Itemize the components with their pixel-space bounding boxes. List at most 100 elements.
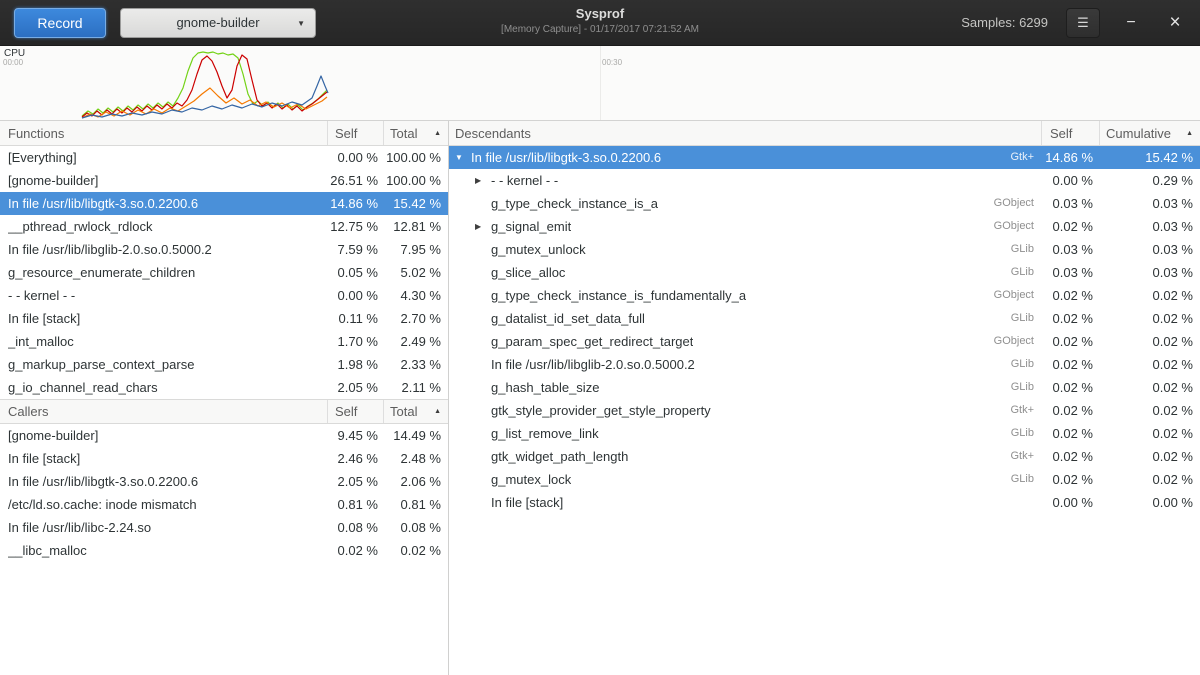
table-row[interactable]: gtk_style_provider_get_style_propertyGtk… [449, 399, 1200, 422]
self-percent: 26.51 % [328, 169, 384, 192]
self-percent: 0.02 % [1042, 422, 1100, 445]
table-row[interactable]: [Everything]0.00 %100.00 % [0, 146, 448, 169]
column-header-functions[interactable]: Functions [0, 121, 328, 145]
expander-closed-icon[interactable]: ▶ [475, 215, 491, 238]
table-row[interactable]: __pthread_rwlock_rdlock12.75 %12.81 % [0, 215, 448, 238]
table-row[interactable]: In file /usr/lib/libgtk-3.so.0.2200.62.0… [0, 470, 448, 493]
function-name-cell: [gnome-builder] [0, 169, 328, 192]
function-name-cell: g_io_channel_read_chars [0, 376, 328, 399]
descendants-table-body: ▼In file /usr/lib/libgtk-3.so.0.2200.6Gt… [449, 146, 1200, 514]
table-row[interactable]: _int_malloc1.70 %2.49 % [0, 330, 448, 353]
column-label: Descendants [455, 126, 531, 141]
total-percent: 0.81 % [384, 493, 448, 516]
column-header-self[interactable]: Self [328, 400, 384, 423]
self-percent: 0.03 % [1042, 238, 1100, 261]
table-row[interactable]: ▶g_signal_emitGObject0.02 %0.03 % [449, 215, 1200, 238]
function-name: g_io_channel_read_chars [8, 376, 158, 399]
library-tag: GLib [1001, 422, 1042, 445]
table-row[interactable]: ▼In file /usr/lib/libgtk-3.so.0.2200.6Gt… [449, 146, 1200, 169]
table-row[interactable]: - - kernel - -0.00 %4.30 % [0, 284, 448, 307]
table-row[interactable]: [gnome-builder]9.45 %14.49 % [0, 424, 448, 447]
table-row[interactable]: ▶- - kernel - -0.00 %0.29 % [449, 169, 1200, 192]
table-row[interactable]: In file /usr/lib/libgtk-3.so.0.2200.614.… [0, 192, 448, 215]
cumulative-percent: 0.00 % [1100, 491, 1200, 514]
cumulative-percent: 0.29 % [1100, 169, 1200, 192]
column-header-self[interactable]: Self [1042, 121, 1100, 145]
function-name-cell: In file /usr/lib/libc-2.24.so [0, 516, 328, 539]
function-name: In file /usr/lib/libgtk-3.so.0.2200.6 [8, 192, 198, 215]
table-row[interactable]: g_io_channel_read_chars2.05 %2.11 % [0, 376, 448, 399]
function-name: [gnome-builder] [8, 424, 98, 447]
function-name: [gnome-builder] [8, 169, 98, 192]
function-name: g_resource_enumerate_children [8, 261, 195, 284]
function-name-cell: /etc/ld.so.cache: inode mismatch [0, 493, 328, 516]
table-row[interactable]: g_hash_table_sizeGLib0.02 %0.02 % [449, 376, 1200, 399]
hamburger-icon: ☰ [1077, 15, 1089, 30]
table-row[interactable]: g_datalist_id_set_data_fullGLib0.02 %0.0… [449, 307, 1200, 330]
self-percent: 7.59 % [328, 238, 384, 261]
function-name-cell: g_markup_parse_context_parse [0, 353, 328, 376]
column-header-self[interactable]: Self [328, 121, 384, 145]
table-row[interactable]: g_param_spec_get_redirect_targetGObject0… [449, 330, 1200, 353]
column-header-cumulative[interactable]: Cumulative ▲ [1100, 121, 1200, 145]
cumulative-percent: 0.02 % [1100, 284, 1200, 307]
table-row[interactable]: /etc/ld.so.cache: inode mismatch0.81 %0.… [0, 493, 448, 516]
table-row[interactable]: In file [stack]2.46 %2.48 % [0, 447, 448, 470]
self-percent: 0.02 % [1042, 399, 1100, 422]
header-right-controls: Samples: 6299 ☰ − × [961, 8, 1188, 38]
function-name-cell: g_slice_allocGLib [449, 261, 1042, 284]
table-row[interactable]: g_type_check_instance_is_fundamentally_a… [449, 284, 1200, 307]
self-percent: 0.03 % [1042, 192, 1100, 215]
function-name-cell: gtk_style_provider_get_style_propertyGtk… [449, 399, 1042, 422]
expander-open-icon[interactable]: ▼ [455, 146, 471, 169]
record-button[interactable]: Record [14, 8, 106, 38]
table-row[interactable]: In file /usr/lib/libc-2.24.so0.08 %0.08 … [0, 516, 448, 539]
menu-button[interactable]: ☰ [1066, 8, 1100, 38]
self-percent: 14.86 % [1042, 146, 1100, 169]
table-row[interactable]: In file /usr/lib/libglib-2.0.so.0.5000.2… [449, 353, 1200, 376]
self-percent: 0.00 % [328, 146, 384, 169]
table-row[interactable]: g_mutex_unlockGLib0.03 %0.03 % [449, 238, 1200, 261]
column-header-callers[interactable]: Callers [0, 400, 328, 423]
self-percent: 2.05 % [328, 376, 384, 399]
table-row[interactable]: gtk_widget_path_lengthGtk+0.02 %0.02 % [449, 445, 1200, 468]
library-tag: GLib [1001, 353, 1042, 376]
functions-table: Functions Self Total ▲ [Everything]0.00 … [0, 121, 448, 399]
cumulative-percent: 0.03 % [1100, 192, 1200, 215]
callers-table-body: [gnome-builder]9.45 %14.49 %In file [sta… [0, 424, 448, 562]
table-row[interactable]: g_markup_parse_context_parse1.98 %2.33 % [0, 353, 448, 376]
column-header-descendants[interactable]: Descendants [449, 121, 1042, 145]
table-row[interactable]: g_type_check_instance_is_aGObject0.03 %0… [449, 192, 1200, 215]
function-name: In file [stack] [8, 307, 80, 330]
function-name-cell: g_hash_table_sizeGLib [449, 376, 1042, 399]
process-selector[interactable]: gnome-builder ▼ [120, 8, 316, 38]
cpu-graph[interactable]: CPU 00:00 00:30 [0, 46, 1200, 121]
function-name: g_mutex_lock [491, 468, 571, 491]
column-header-total[interactable]: Total ▲ [384, 400, 448, 423]
expander-closed-icon[interactable]: ▶ [475, 169, 491, 192]
total-percent: 100.00 % [384, 146, 448, 169]
table-row[interactable]: In file [stack]0.11 %2.70 % [0, 307, 448, 330]
self-percent: 2.05 % [328, 470, 384, 493]
function-name: g_markup_parse_context_parse [8, 353, 194, 376]
table-row[interactable]: [gnome-builder]26.51 %100.00 % [0, 169, 448, 192]
self-percent: 2.46 % [328, 447, 384, 470]
table-row[interactable]: g_mutex_lockGLib0.02 %0.02 % [449, 468, 1200, 491]
table-row[interactable]: __libc_malloc0.02 %0.02 % [0, 539, 448, 562]
column-header-total[interactable]: Total ▲ [384, 121, 448, 145]
function-name-cell: __pthread_rwlock_rdlock [0, 215, 328, 238]
minimize-button[interactable]: − [1118, 8, 1144, 38]
column-label: Cumulative [1106, 126, 1171, 141]
table-row[interactable]: g_resource_enumerate_children0.05 %5.02 … [0, 261, 448, 284]
self-percent: 0.02 % [1042, 284, 1100, 307]
function-name-cell: In file /usr/lib/libgtk-3.so.0.2200.6 [0, 192, 328, 215]
table-row[interactable]: In file [stack]0.00 %0.00 % [449, 491, 1200, 514]
table-row[interactable]: g_list_remove_linkGLib0.02 %0.02 % [449, 422, 1200, 445]
function-name-cell: In file /usr/lib/libglib-2.0.so.0.5000.2 [0, 238, 328, 261]
total-percent: 2.06 % [384, 470, 448, 493]
table-row[interactable]: g_slice_allocGLib0.03 %0.03 % [449, 261, 1200, 284]
close-button[interactable]: × [1162, 8, 1188, 38]
total-percent: 14.49 % [384, 424, 448, 447]
right-pane: Descendants Self Cumulative ▲ ▼In file /… [449, 121, 1200, 675]
table-row[interactable]: In file /usr/lib/libglib-2.0.so.0.5000.2… [0, 238, 448, 261]
